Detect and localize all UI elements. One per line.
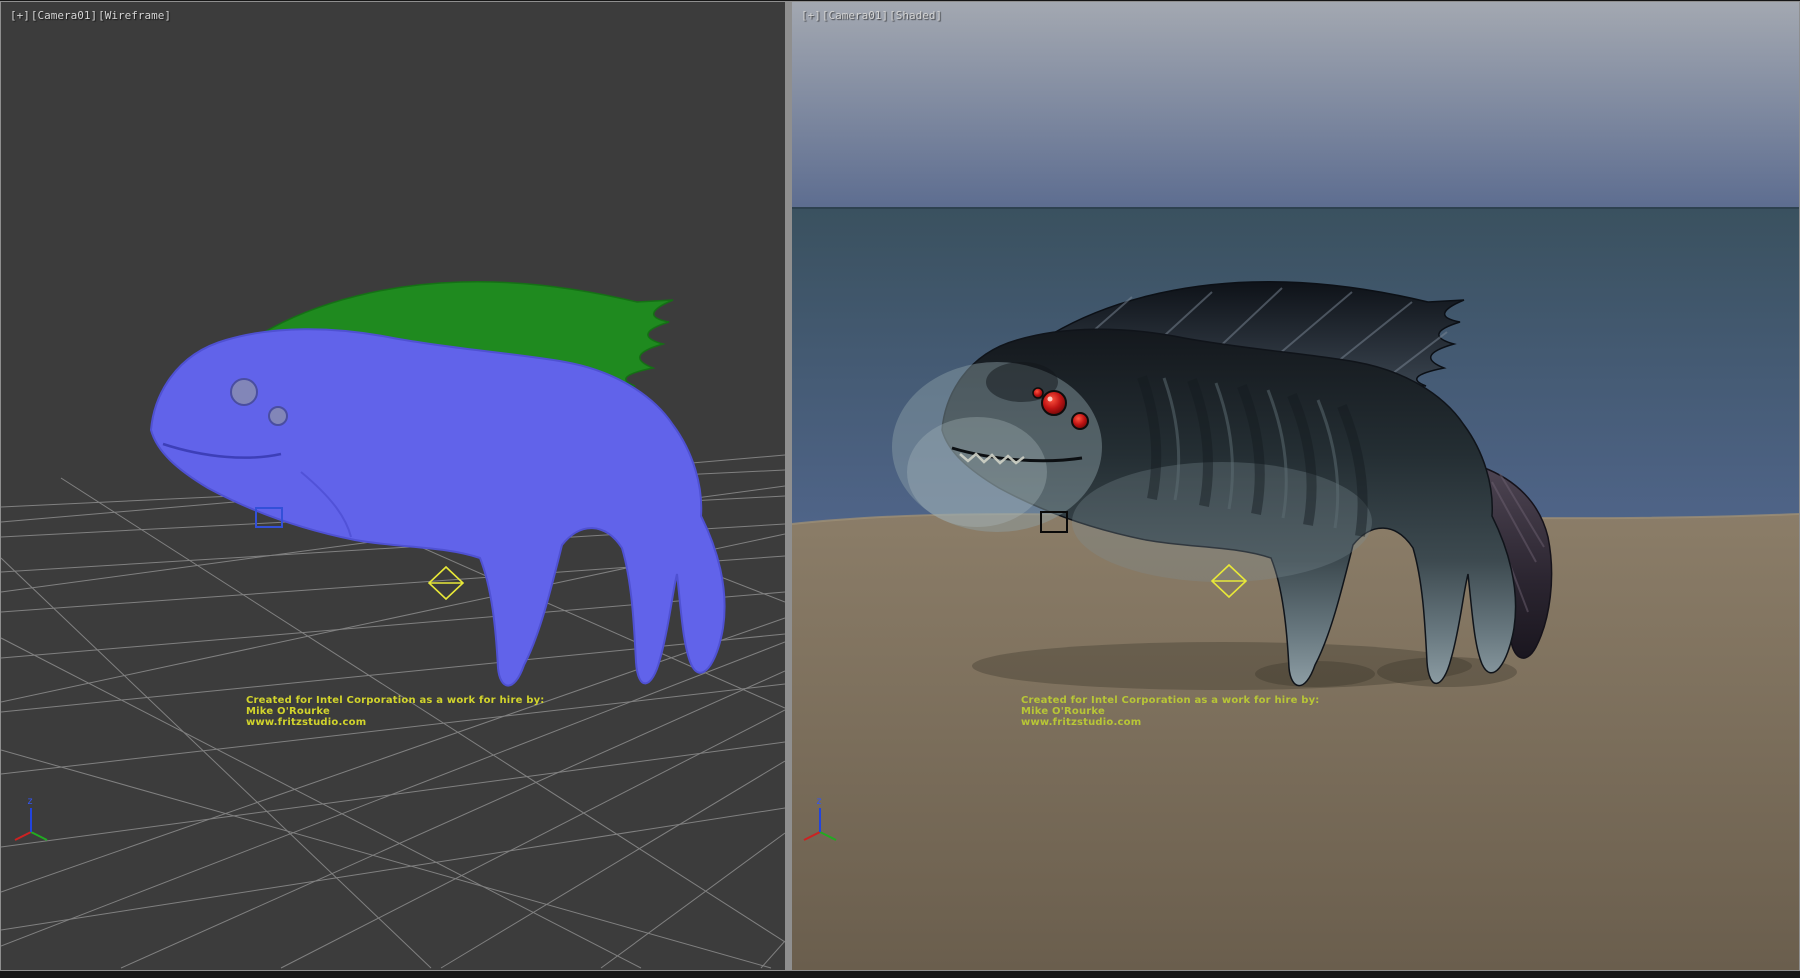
- fish-eye-red-large: [1042, 391, 1066, 415]
- credit-line-2: Mike O'Rourke: [246, 706, 545, 717]
- fish-eye-wire-large: [231, 379, 257, 405]
- fish-eye-red-small: [1033, 388, 1043, 398]
- world-axis-tripod: z: [15, 796, 47, 840]
- bone-diamond-gizmo[interactable]: [429, 567, 463, 599]
- viewport-menu-maximize[interactable]: [+]: [801, 9, 821, 22]
- scene-credit-text: Created for Intel Corporation as a work …: [246, 695, 545, 728]
- fish-eye-wire-small: [269, 407, 287, 425]
- fish-eye-red-medium: [1072, 413, 1088, 429]
- viewport-menu-shading[interactable]: [Shaded]: [889, 9, 942, 22]
- credit-line-1: Created for Intel Corporation as a work …: [246, 695, 545, 706]
- viewport-menu-camera[interactable]: [Camera01]: [822, 9, 888, 22]
- dual-viewport-workspace: z [+] [Camera01] [Wireframe] Created for…: [0, 0, 1800, 978]
- credit-line-3: www.fritzstudio.com: [246, 717, 545, 728]
- sky: [792, 2, 1799, 208]
- fish-model-wireframe[interactable]: [151, 282, 725, 686]
- viewport-label-right: [+] [Camera01] [Shaded]: [801, 9, 942, 22]
- viewport-menu-camera[interactable]: [Camera01]: [31, 9, 97, 22]
- viewport-shaded[interactable]: z [+] [Camera01] [Shaded] Created for In…: [791, 1, 1800, 971]
- belly-highlight: [1072, 462, 1372, 582]
- cheek-highlight: [907, 417, 1047, 527]
- viewport-menu-shading[interactable]: [Wireframe]: [98, 9, 171, 22]
- axis-z-label: z: [27, 796, 33, 807]
- credit-line-1: Created for Intel Corporation as a work …: [1021, 695, 1320, 706]
- scene-credit-text: Created for Intel Corporation as a work …: [1021, 695, 1320, 728]
- credit-line-2: Mike O'Rourke: [1021, 706, 1320, 717]
- viewport-wireframe[interactable]: z [+] [Camera01] [Wireframe] Created for…: [0, 1, 786, 971]
- eye-glint: [1048, 397, 1053, 402]
- axis-z-label-shaded: z: [816, 796, 822, 807]
- viewport-menu-maximize[interactable]: [+]: [10, 9, 30, 22]
- credit-line-3: www.fritzstudio.com: [1021, 717, 1320, 728]
- viewport-label-left: [+] [Camera01] [Wireframe]: [10, 9, 171, 22]
